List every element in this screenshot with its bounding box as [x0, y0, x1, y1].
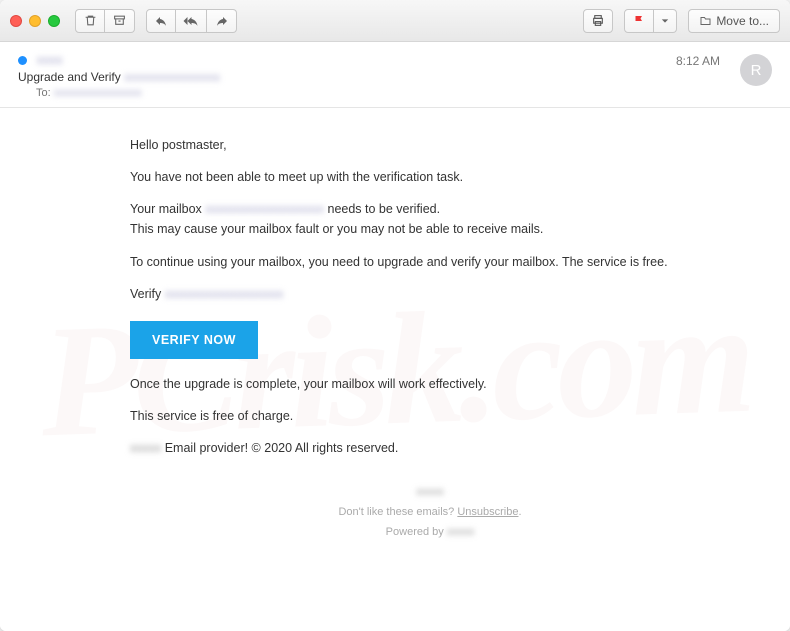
trash-icon [84, 14, 97, 27]
footer-brand: xxxxx [416, 486, 444, 498]
message-body: PCrisk.com Hello postmaster, You have no… [0, 108, 790, 631]
greeting: Hello postmaster, [130, 136, 730, 154]
reply-all-icon [183, 15, 199, 27]
para-6: Once the upgrade is complete, your mailb… [130, 375, 730, 393]
subject-text: Upgrade and Verify [18, 70, 124, 84]
avatar-initial: R [751, 62, 762, 79]
para-3: This may cause your mailbox fault or you… [130, 220, 730, 238]
flag-menu-button[interactable] [654, 9, 677, 33]
unsubscribe-line: Don't like these emails? Unsubscribe. [130, 503, 730, 523]
window-controls [10, 15, 60, 27]
print-button[interactable] [583, 9, 613, 33]
unsubscribe-link[interactable]: Unsubscribe [457, 506, 518, 518]
mail-window: Move to... xxxx Upgrade and Verify xxxxx… [0, 0, 790, 631]
reply-icon [154, 15, 168, 27]
delete-group [75, 9, 135, 33]
reply-all-button[interactable] [176, 9, 207, 33]
sender-name: xxxx [37, 52, 63, 67]
titlebar: Move to... [0, 0, 790, 42]
powered-by-line: Powered by xxxxx [130, 523, 730, 543]
close-window-button[interactable] [10, 15, 22, 27]
para-8: xxxxx Email provider! © 2020 All rights … [130, 439, 730, 457]
para-5: Verify xxxxxxxxxxxxxxxxxxx [130, 285, 730, 303]
to-label: To: [36, 87, 54, 99]
flag-icon [633, 14, 645, 27]
print-icon [591, 14, 605, 27]
unread-dot-icon [18, 56, 27, 65]
chevron-down-icon [661, 17, 669, 25]
para-7: This service is free of charge. [130, 407, 730, 425]
nav-group [146, 9, 237, 33]
flag-button[interactable] [624, 9, 654, 33]
archive-icon [113, 14, 126, 27]
para-1: You have not been able to meet up with t… [130, 168, 730, 186]
avatar: R [740, 54, 772, 86]
forward-button[interactable] [207, 9, 237, 33]
subject-email: xxxxxxxxxxxxxxxx [124, 70, 220, 84]
zoom-window-button[interactable] [48, 15, 60, 27]
move-to-button[interactable]: Move to... [688, 9, 780, 33]
email-footer: xxxxx Don't like these emails? Unsubscri… [130, 483, 730, 542]
minimize-window-button[interactable] [29, 15, 41, 27]
email-content: Hello postmaster, You have not been able… [130, 108, 730, 563]
para-2: Your mailbox xxxxxxxxxxxxxxxxxxx needs t… [130, 200, 730, 218]
reply-button[interactable] [146, 9, 176, 33]
para-4: To continue using your mailbox, you need… [130, 253, 730, 271]
folder-icon [699, 15, 712, 27]
subject-row: Upgrade and Verify xxxxxxxxxxxxxxxx [18, 70, 666, 84]
sender-row: xxxx [18, 52, 666, 67]
received-time: 8:12 AM [676, 52, 720, 99]
move-to-label: Move to... [716, 14, 769, 28]
flag-group [624, 9, 677, 33]
forward-icon [215, 15, 229, 27]
message-header: xxxx Upgrade and Verify xxxxxxxxxxxxxxxx… [0, 42, 790, 108]
to-row: To: xxxxxxxxxxxxxxxx [36, 87, 666, 99]
delete-button[interactable] [75, 9, 105, 33]
to-email: xxxxxxxxxxxxxxxx [54, 87, 142, 99]
archive-button[interactable] [105, 9, 135, 33]
verify-now-button[interactable]: VERIFY NOW [130, 321, 258, 359]
